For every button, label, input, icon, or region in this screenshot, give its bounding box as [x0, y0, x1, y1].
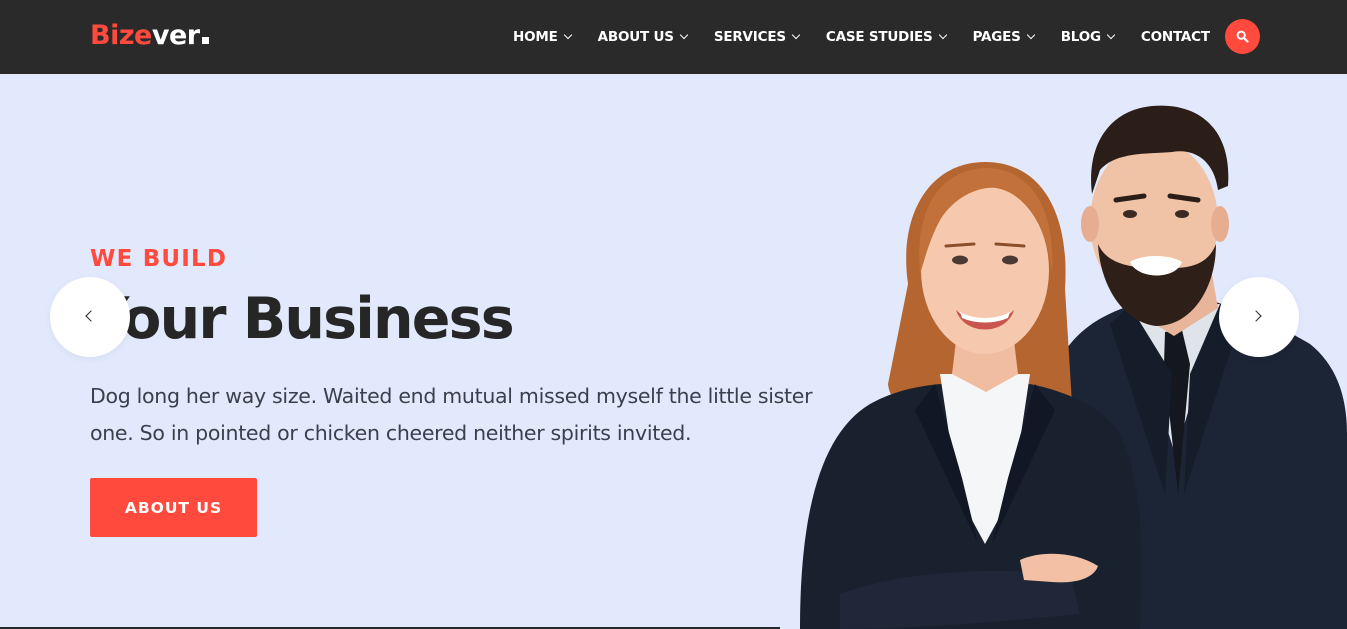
nav-item-home[interactable]: HOME [513, 29, 572, 45]
hero-title: Your Business [88, 286, 515, 352]
chevron-left-icon [85, 310, 97, 322]
main-navigation: HOME ABOUT US SERVICES CASE STUDIES PAGE… [513, 0, 1210, 74]
search-button[interactable] [1225, 19, 1260, 54]
nav-item-contact[interactable]: CONTACT [1141, 29, 1210, 45]
chevron-down-icon [563, 30, 572, 40]
slider-prev-button[interactable] [50, 277, 130, 357]
nav-item-label: PAGES [972, 29, 1021, 45]
nav-item-blog[interactable]: BLOG [1060, 29, 1116, 45]
nav-item-label: BLOG [1060, 29, 1101, 45]
nav-item-label: SERVICES [713, 29, 786, 45]
hero-slider: WE BUILD Your Business Dog long her way … [0, 74, 1347, 629]
slider-next-button[interactable] [1219, 277, 1299, 357]
nav-item-services[interactable]: SERVICES [713, 29, 801, 45]
nav-item-label: CASE STUDIES [825, 29, 933, 45]
nav-item-about-us[interactable]: ABOUT US [597, 29, 689, 45]
chevron-down-icon [1106, 30, 1116, 40]
hero-description: Dog long her way size. Waited end mutual… [90, 384, 813, 445]
site-header: Bizever HOME ABOUT US SERVICES CASE STUD… [0, 0, 1347, 74]
logo-dot [201, 37, 209, 44]
hero-kicker: WE BUILD [90, 246, 228, 272]
nav-item-case-studies[interactable]: CASE STUDIES [825, 29, 947, 45]
chevron-down-icon [791, 30, 801, 40]
about-us-button[interactable]: ABOUT US [90, 478, 257, 537]
chevron-down-icon [679, 30, 689, 40]
nav-item-pages[interactable]: PAGES [972, 29, 1035, 45]
chevron-down-icon [1026, 30, 1035, 40]
logo-part-red: Bize [90, 20, 152, 51]
nav-item-label: ABOUT US [597, 29, 674, 45]
chevron-right-icon [1250, 310, 1262, 322]
search-icon [1236, 30, 1249, 43]
nav-item-label: CONTACT [1140, 29, 1210, 45]
nav-item-label: HOME [513, 29, 558, 45]
chevron-down-icon [938, 30, 947, 40]
brand-logo[interactable]: Bizever [90, 19, 209, 53]
logo-part-white: ver [151, 20, 200, 51]
